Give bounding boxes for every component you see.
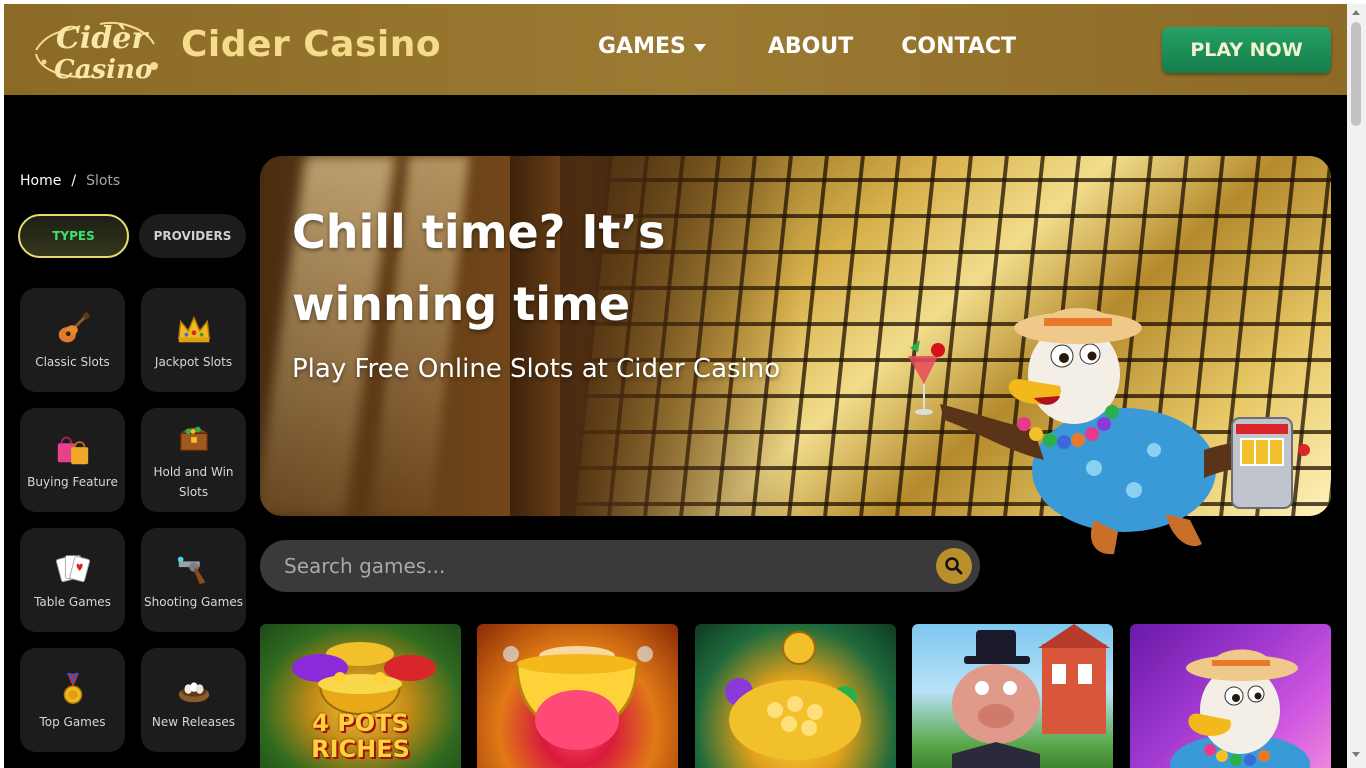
category-label: New Releases: [151, 715, 236, 729]
treasure-chest-icon: [173, 418, 215, 460]
nav-games-label: GAMES: [598, 34, 686, 59]
game-tile-4-pots-riches[interactable]: 4 POTS RICHES: [260, 624, 461, 768]
crown-icon: [173, 308, 215, 350]
svg-text:Cidèr: Cidèr: [56, 21, 149, 56]
category-label: Table Games: [34, 595, 111, 609]
breadcrumb-separator: /: [71, 173, 77, 189]
game-tile-cauldron[interactable]: [477, 624, 678, 768]
cauldron-icon: [503, 646, 653, 750]
nest-eggs-icon: [173, 668, 215, 710]
eagle-mascot-icon: [908, 308, 1310, 555]
site-header: Cidèr Casino Cider Casino GAMES ABOUT CO…: [4, 4, 1347, 95]
hero-title: Chill time? It’s winning time: [292, 205, 666, 331]
search-icon: [945, 557, 963, 575]
category-grid: Classic Slots Jackpot Slots Buying Featu…: [20, 288, 246, 752]
search-bar: [260, 540, 980, 592]
search-input[interactable]: [284, 540, 924, 592]
revolver-icon: [173, 548, 215, 590]
page: Cidèr Casino Cider Casino GAMES ABOUT CO…: [4, 4, 1347, 768]
category-classic-slots[interactable]: Classic Slots: [20, 288, 125, 392]
category-shooting-games[interactable]: Shooting Games: [141, 528, 246, 632]
nav-games[interactable]: GAMES: [598, 34, 706, 59]
shopping-bags-icon: [52, 428, 94, 470]
category-label: Shooting Games: [144, 595, 243, 609]
play-now-button[interactable]: PLAY NOW: [1162, 27, 1331, 73]
cider-casino-logo[interactable]: Cidèr Casino: [30, 10, 160, 90]
breadcrumb-current: Slots: [86, 173, 121, 189]
medal-icon: [52, 668, 94, 710]
hero-subtitle: Play Free Online Slots at Cider Casino: [292, 354, 781, 384]
category-hold-and-win-slots[interactable]: Hold and Win Slots: [141, 408, 246, 512]
logo-icon: Cidèr Casino: [35, 21, 158, 85]
caret-down-icon: [693, 43, 706, 52]
category-buying-feature[interactable]: Buying Feature: [20, 408, 125, 512]
svg-text:Casino: Casino: [54, 55, 152, 85]
game-title: 4 POTS RICHES: [311, 709, 410, 763]
category-label: Hold and Win Slots: [153, 465, 234, 499]
game-tile-pig-tycoon[interactable]: [912, 624, 1113, 768]
nav-about[interactable]: ABOUT: [768, 34, 853, 59]
category-new-releases[interactable]: New Releases: [141, 648, 246, 752]
eagle-mascot-icon: [1170, 649, 1310, 768]
types-tab[interactable]: TYPES: [18, 214, 129, 258]
page-scrollbar[interactable]: [1347, 4, 1366, 768]
category-label: Top Games: [39, 715, 106, 729]
breadcrumb-home[interactable]: Home: [20, 173, 61, 189]
guitar-icon: [52, 308, 94, 350]
category-label: Classic Slots: [35, 355, 110, 369]
playing-cards-icon: [52, 548, 94, 590]
category-label: Buying Feature: [27, 475, 118, 489]
scroll-down-icon[interactable]: [1352, 752, 1360, 757]
pot-of-gold-clover-icon: [725, 631, 861, 760]
game-tile-pot-of-gold[interactable]: [695, 624, 896, 768]
breadcrumb: Home / Slots: [20, 173, 120, 189]
search-button[interactable]: [936, 548, 972, 584]
category-label: Jackpot Slots: [154, 355, 233, 369]
brand-name[interactable]: Cider Casino: [181, 24, 441, 65]
category-top-games[interactable]: Top Games: [20, 648, 125, 752]
scroll-up-icon[interactable]: [1352, 10, 1360, 15]
category-table-games[interactable]: Table Games: [20, 528, 125, 632]
category-jackpot-slots[interactable]: Jackpot Slots: [141, 288, 246, 392]
pig-tycoon-icon: [952, 624, 1110, 768]
scrollbar-thumb[interactable]: [1351, 22, 1361, 126]
nav-contact[interactable]: CONTACT: [901, 34, 1016, 59]
game-tile-eagle[interactable]: [1130, 624, 1331, 768]
main-nav: GAMES ABOUT CONTACT: [598, 34, 1016, 59]
providers-tab[interactable]: PROVIDERS: [139, 214, 246, 258]
